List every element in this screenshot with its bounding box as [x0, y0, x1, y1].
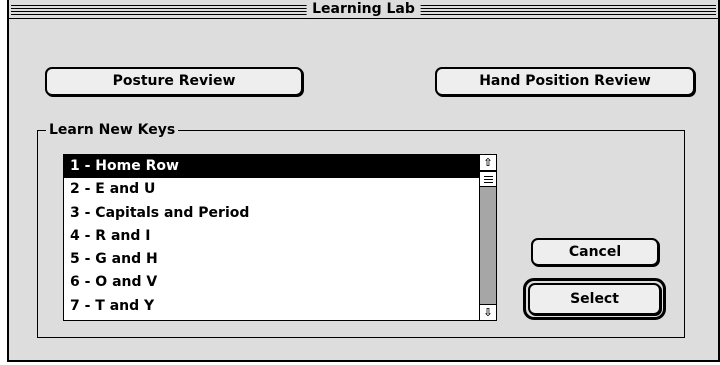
down-arrow-icon[interactable]: ⇩ — [480, 304, 496, 320]
list-item[interactable]: 7 - T and Y — [64, 295, 480, 318]
group-label: Learn New Keys — [46, 120, 179, 140]
cancel-button[interactable]: Cancel — [531, 238, 659, 266]
up-arrow-icon[interactable]: ⇧ — [480, 155, 496, 171]
list-item[interactable]: 1 - Home Row — [64, 155, 480, 179]
hand-position-review-button[interactable]: Hand Position Review — [435, 67, 695, 96]
window-title: Learning Lab — [306, 0, 421, 18]
lesson-list-items: 1 - Home Row 2 - E and U 3 - Capitals an… — [64, 155, 480, 320]
posture-review-button[interactable]: Posture Review — [45, 67, 303, 96]
list-scrollbar[interactable]: ⇧ ⇩ — [479, 155, 496, 320]
list-item[interactable]: 2 - E and U — [64, 178, 480, 201]
scroll-track[interactable] — [480, 171, 496, 304]
list-item[interactable]: 6 - O and V — [64, 271, 480, 294]
scroll-thumb[interactable] — [480, 171, 496, 187]
list-item[interactable]: 3 - Capitals and Period — [64, 202, 480, 225]
list-item[interactable]: 5 - G and H — [64, 248, 480, 271]
title-bar[interactable]: Learning Lab — [9, 0, 718, 19]
select-button-frame: Select — [523, 278, 666, 320]
select-button[interactable]: Select — [528, 283, 661, 315]
lesson-list[interactable]: 1 - Home Row 2 - E and U 3 - Capitals an… — [63, 154, 497, 321]
list-item[interactable]: 4 - R and I — [64, 225, 480, 248]
